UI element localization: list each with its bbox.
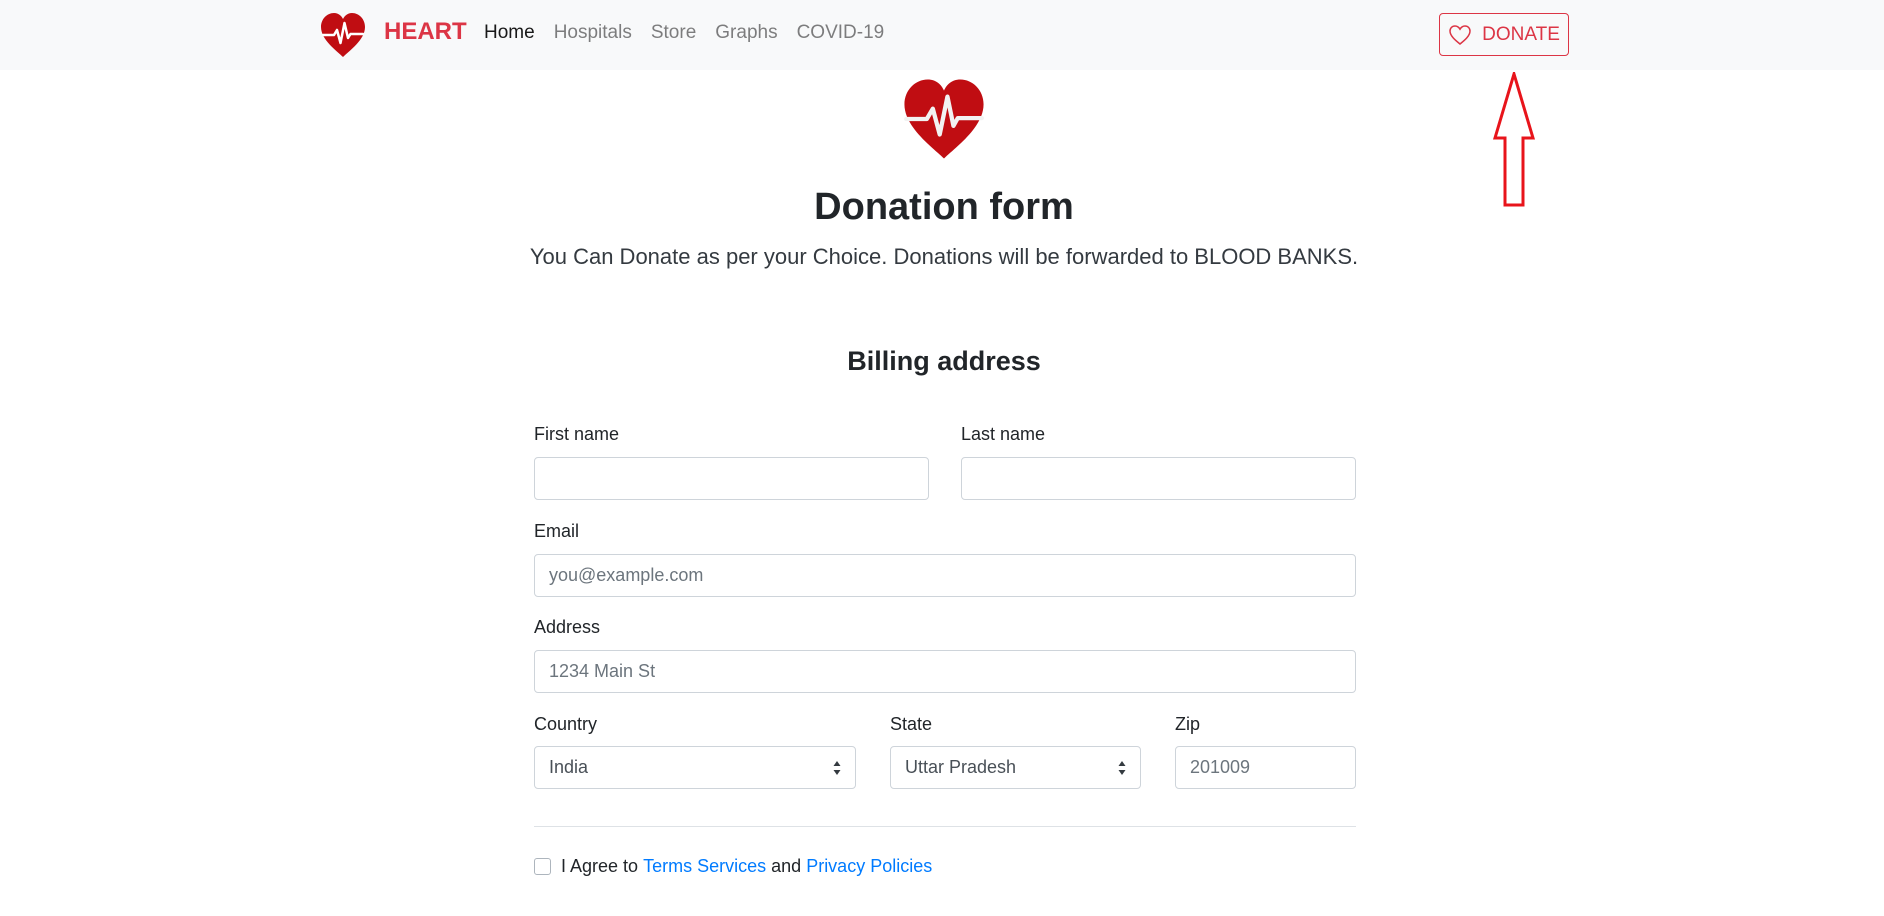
page-lead: You Can Donate as per your Choice. Donat… bbox=[529, 244, 1359, 269]
last-name-input[interactable] bbox=[961, 457, 1356, 500]
agree-prefix: I Agree to bbox=[561, 856, 639, 876]
heart-pulse-icon bbox=[904, 79, 984, 159]
sort-caret-icon bbox=[833, 761, 841, 775]
nav-hospitals[interactable]: Hospitals bbox=[554, 22, 632, 44]
navbar: HEART Home Hospitals Store Graphs COVID-… bbox=[0, 0, 1884, 70]
agree-checkbox[interactable] bbox=[534, 858, 551, 875]
zip-input[interactable] bbox=[1175, 746, 1356, 789]
sort-caret-icon bbox=[1118, 761, 1126, 775]
nav-home[interactable]: Home bbox=[484, 22, 535, 44]
state-label: State bbox=[890, 714, 933, 734]
heart-outline-icon bbox=[1449, 24, 1471, 45]
country-label: Country bbox=[534, 714, 598, 734]
nav-covid[interactable]: COVID-19 bbox=[797, 22, 885, 44]
country-select[interactable]: India bbox=[534, 746, 856, 789]
last-name-label: Last name bbox=[961, 424, 1046, 444]
brand-name: HEART bbox=[384, 18, 467, 45]
form-divider bbox=[534, 826, 1356, 827]
country-selected-value: India bbox=[549, 757, 589, 777]
agree-row: I Agree to Terms Services and Privacy Po… bbox=[534, 856, 932, 877]
zip-label: Zip bbox=[1175, 714, 1201, 734]
donate-button[interactable]: DONATE bbox=[1439, 13, 1569, 56]
address-label: Address bbox=[534, 617, 601, 637]
terms-link[interactable]: Terms Services bbox=[643, 856, 766, 877]
state-select[interactable]: Uttar Pradesh bbox=[890, 746, 1141, 789]
privacy-link[interactable]: Privacy Policies bbox=[806, 856, 932, 877]
heart-pulse-icon bbox=[321, 13, 365, 57]
brand-link[interactable]: HEART bbox=[318, 10, 467, 60]
first-name-input[interactable] bbox=[534, 457, 929, 500]
state-selected-value: Uttar Pradesh bbox=[905, 757, 1017, 777]
donate-button-label: DONATE bbox=[1482, 23, 1560, 45]
page-title: Donation form bbox=[814, 186, 1074, 228]
email-label: Email bbox=[534, 521, 580, 541]
billing-section-title: Billing address bbox=[847, 346, 1041, 376]
agree-conjunction: and bbox=[771, 856, 802, 876]
first-name-label: First name bbox=[534, 424, 620, 444]
email-input[interactable] bbox=[534, 554, 1356, 597]
nav-links: Home Hospitals Store Graphs COVID-19 bbox=[484, 22, 884, 44]
address-input[interactable] bbox=[534, 650, 1356, 693]
nav-graphs[interactable]: Graphs bbox=[715, 22, 777, 44]
nav-store[interactable]: Store bbox=[651, 22, 696, 44]
